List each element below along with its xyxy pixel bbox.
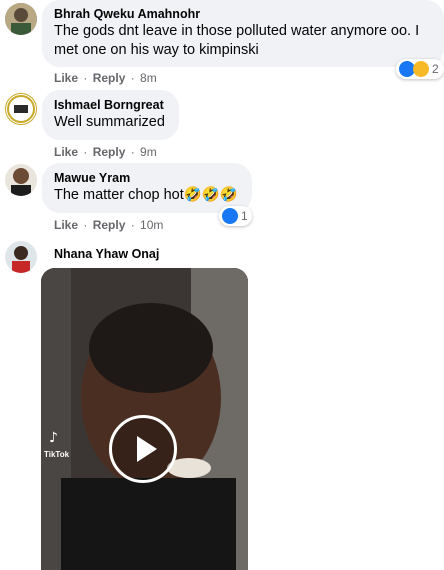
tiktok-watermark: TikTok bbox=[44, 450, 70, 459]
video-attachment[interactable]: ♪ TikTok bbox=[41, 268, 248, 570]
avatar[interactable] bbox=[5, 241, 37, 273]
avatar[interactable] bbox=[5, 93, 37, 125]
comment-actions: Like · Reply · 8m bbox=[54, 71, 157, 85]
comment-time[interactable]: 10m bbox=[140, 218, 163, 232]
comment-bubble: Bhrah Qweku Amahnohr The gods dnt leave … bbox=[42, 0, 444, 67]
comment-time[interactable]: 9m bbox=[140, 145, 157, 159]
comment-author[interactable]: Mawue Yram bbox=[54, 170, 240, 186]
comment-2: Ishmael Borngreat Well summarized Like ·… bbox=[0, 88, 444, 159]
comment-bubble: Mawue Yram The matter chop hot🤣🤣🤣 bbox=[42, 163, 252, 213]
reaction-count: 1 bbox=[241, 209, 248, 223]
comment-3: Mawue Yram The matter chop hot🤣🤣🤣 1 Like… bbox=[0, 162, 444, 234]
like-link[interactable]: Like bbox=[54, 71, 78, 85]
comment-1: Bhrah Qweku Amahnohr The gods dnt leave … bbox=[0, 0, 444, 85]
play-button[interactable] bbox=[109, 415, 177, 483]
avatar-image bbox=[5, 241, 37, 273]
comment-actions: Like · Reply · 9m bbox=[54, 145, 157, 159]
haha-reaction-icon bbox=[413, 61, 429, 77]
like-link[interactable]: Like bbox=[54, 218, 78, 232]
reaction-summary[interactable]: 1 bbox=[219, 206, 252, 226]
reply-link[interactable]: Reply bbox=[93, 145, 126, 159]
comment-author[interactable]: Bhrah Qweku Amahnohr bbox=[54, 6, 432, 22]
comment-bubble: Ishmael Borngreat Well summarized bbox=[42, 90, 179, 140]
comment-actions: Like · Reply · 10m bbox=[54, 218, 164, 232]
comment-text: Well summarized bbox=[54, 114, 165, 130]
comment-time[interactable]: 8m bbox=[140, 71, 157, 85]
avatar-image bbox=[5, 3, 37, 35]
comment-text-line-1: The gods dnt leave in those polluted wat… bbox=[54, 23, 420, 39]
play-icon bbox=[137, 436, 157, 462]
comment-author[interactable]: Nhana Yhaw Onaj bbox=[54, 246, 159, 262]
avatar-logo bbox=[7, 95, 35, 123]
comment-text: The matter chop hot🤣🤣🤣 bbox=[54, 187, 238, 203]
comment-text-line-2: met one on his way to kimpinski bbox=[54, 42, 259, 58]
avatar[interactable] bbox=[5, 164, 37, 196]
like-link[interactable]: Like bbox=[54, 145, 78, 159]
reaction-count: 2 bbox=[432, 62, 439, 76]
like-reaction-icon bbox=[222, 208, 238, 224]
avatar[interactable] bbox=[5, 3, 37, 35]
avatar-image bbox=[5, 164, 37, 196]
reply-link[interactable]: Reply bbox=[93, 71, 126, 85]
reply-link[interactable]: Reply bbox=[93, 218, 126, 232]
comment-author[interactable]: Ishmael Borngreat bbox=[54, 97, 167, 113]
reaction-summary[interactable]: 2 bbox=[396, 59, 444, 79]
tiktok-icon: ♪ bbox=[49, 430, 58, 446]
